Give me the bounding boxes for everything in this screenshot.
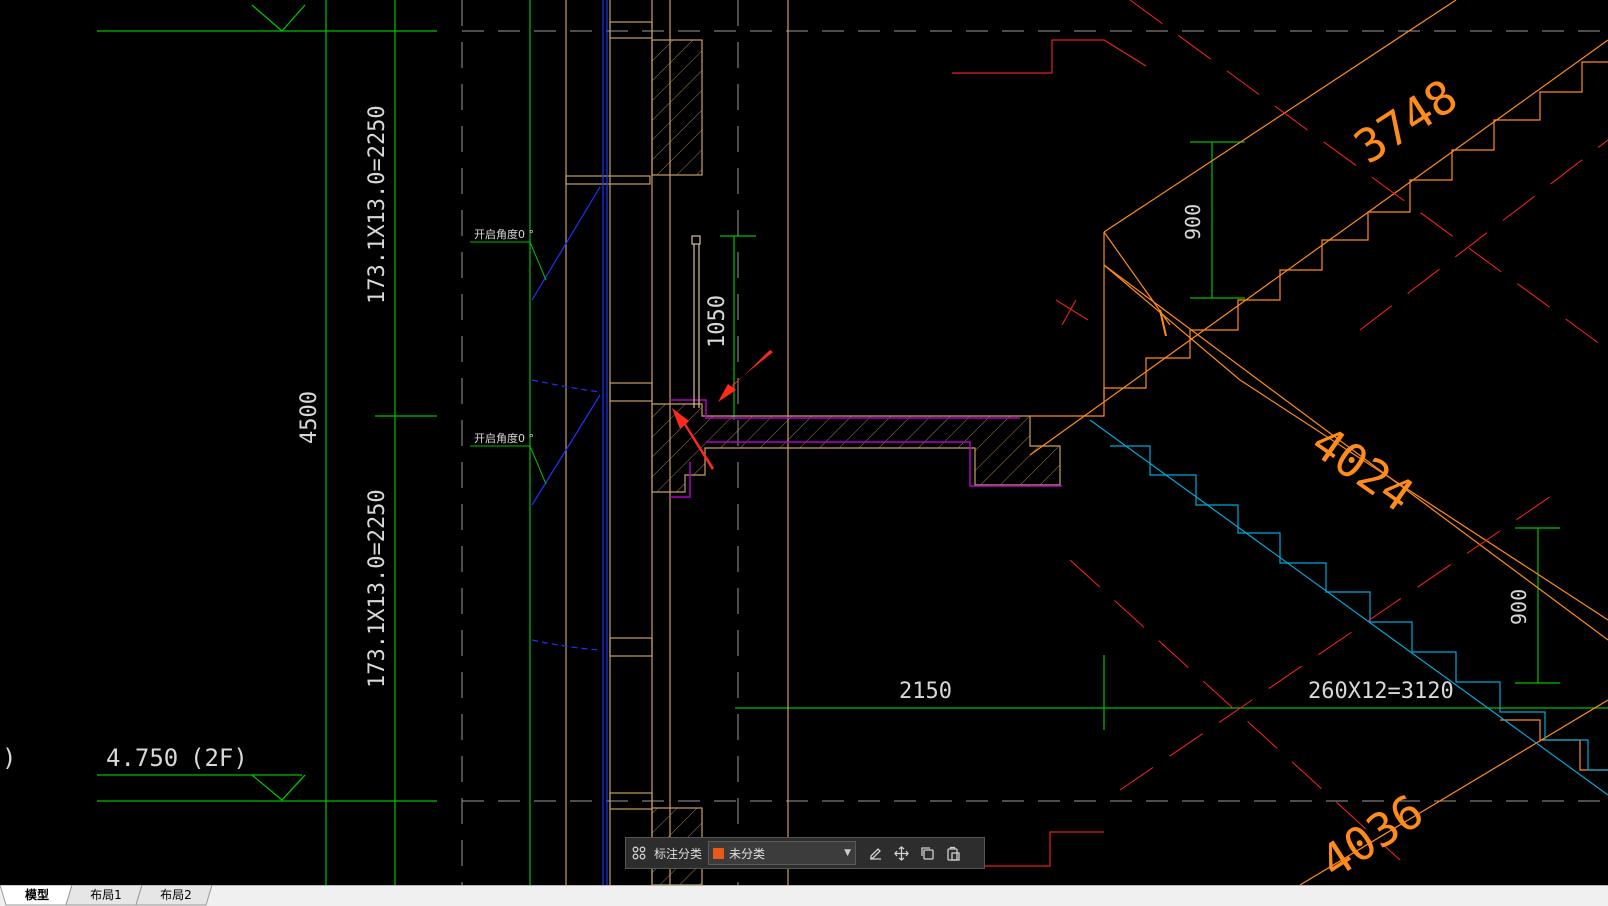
flight-mid-length: 4024 <box>1302 415 1424 523</box>
door-open-note-2: 开启角度0 ° <box>474 431 534 445</box>
landing-slab <box>651 403 1061 493</box>
annotation-toolbar: 标注分类 未分类 ▼ <box>625 837 985 869</box>
dim-guard-lower: 900 <box>1507 589 1531 625</box>
chevron-down-icon: ▼ <box>844 848 852 858</box>
layout-tab-bar: 模型 布局1 布局2 <box>0 885 1608 906</box>
level-left-stub: ) <box>2 744 16 772</box>
dim-riser-lower: 173.1X13.0=2250 <box>365 489 390 688</box>
dim-riser-upper: 173.1X13.0=2250 <box>365 105 390 304</box>
level-floor: (2F) <box>190 744 248 772</box>
annotation-category-label: 标注分类 <box>654 846 703 861</box>
category-select-value: 未分类 <box>729 846 766 861</box>
paste-icon[interactable] <box>940 838 966 868</box>
break-marks <box>1159 309 1167 337</box>
cad-drawing: 4500 173.1X13.0=2250 173.1X13.0=2250 105… <box>2 0 1608 885</box>
flight-length-texts: 3748 4024 4036 <box>1302 69 1467 885</box>
door-notes: 开启角度0 ° 开启角度0 ° <box>474 227 534 445</box>
dim-guard-upper: 900 <box>1181 204 1205 240</box>
dim-tread-run: 260X12=3120 <box>1308 679 1454 704</box>
door-open-note-1: 开启角度0 ° <box>474 227 534 241</box>
edit-icon[interactable] <box>862 838 888 868</box>
tab-model[interactable]: 模型 <box>8 886 66 906</box>
dim-landing-rail: 1050 <box>705 295 730 348</box>
move-icon[interactable] <box>888 838 914 868</box>
cad-viewport[interactable]: 4500 173.1X13.0=2250 173.1X13.0=2250 105… <box>0 0 1608 885</box>
flight-upper-length: 3748 <box>1345 69 1467 175</box>
annotation-category-select[interactable]: 未分类 ▼ <box>708 841 857 865</box>
tab-layout1[interactable]: 布局1 <box>76 886 136 906</box>
grid-icon[interactable] <box>626 838 652 868</box>
level-elevation: 4.750 <box>106 744 178 772</box>
flight-lower-length: 4036 <box>1311 784 1433 885</box>
copy-icon[interactable] <box>914 838 940 868</box>
level-symbols <box>97 4 306 801</box>
window-lines <box>531 0 608 885</box>
handrail <box>691 235 701 408</box>
tab-layout2[interactable]: 布局2 <box>146 886 206 906</box>
category-color-swatch <box>713 847 725 859</box>
door-note-leaders <box>470 241 547 485</box>
dim-height-total: 4500 <box>297 391 322 444</box>
dim-landing-width: 2150 <box>899 679 952 704</box>
